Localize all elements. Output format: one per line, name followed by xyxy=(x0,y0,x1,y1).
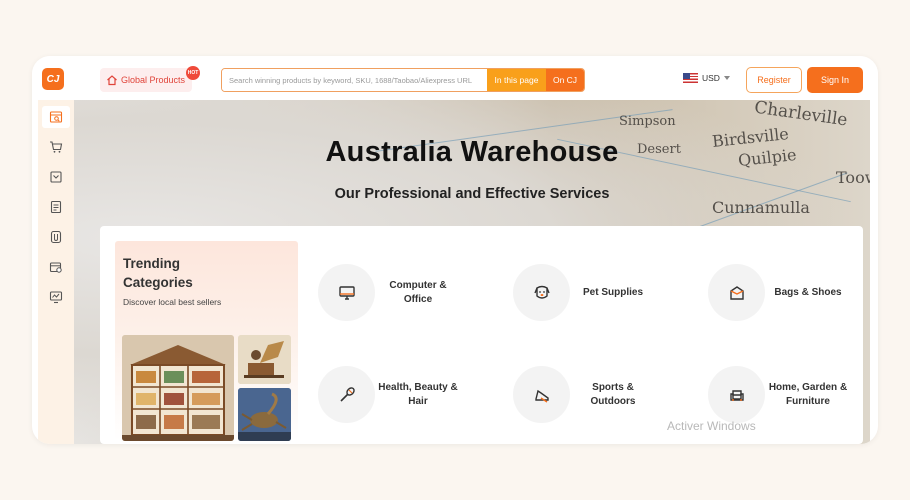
category-computer-office[interactable]: Computer & Office xyxy=(318,264,498,322)
category-label: Sports & Outdoors xyxy=(590,381,636,407)
settings-store-icon xyxy=(49,262,62,273)
store-search-icon xyxy=(49,111,63,123)
chevron-down-icon xyxy=(723,76,730,80)
search-in-page-button[interactable]: In this page xyxy=(487,69,546,91)
category-label: Health, Beauty & Hair xyxy=(378,381,458,407)
category-label: Home, Garden & Furniture xyxy=(768,381,848,407)
categories-panel: Trending Categories Discover local best … xyxy=(100,226,863,444)
sidebar-item-store-search[interactable] xyxy=(42,106,70,128)
house-icon xyxy=(107,75,117,86)
category-label: Computer & Office xyxy=(389,279,447,305)
search-on-cj-button[interactable]: On CJ xyxy=(546,69,584,91)
sidebar-item-cart[interactable] xyxy=(42,136,70,158)
cart-icon xyxy=(50,141,63,153)
armchair-icon xyxy=(729,389,744,401)
trending-title: Trending Categories xyxy=(123,256,193,290)
gramophone-image[interactable] xyxy=(238,335,291,384)
currency-label: USD xyxy=(702,73,720,83)
search-bar: In this page On CJ xyxy=(221,68,585,92)
category-icon-circle xyxy=(318,366,375,423)
dollhouse-image[interactable] xyxy=(122,335,234,441)
currency-selector[interactable]: USD xyxy=(683,73,730,83)
sidebar-item-analytics[interactable] xyxy=(42,286,70,308)
category-sports-outdoors[interactable]: Sports & Outdoors xyxy=(513,366,693,424)
hero-banner: Charleville Simpson Birdsville Quilpie D… xyxy=(74,100,870,444)
mechanical-scorpion-image[interactable] xyxy=(238,388,291,441)
sidebar xyxy=(38,100,74,444)
category-icon-circle xyxy=(708,264,765,321)
browser-frame: CJ Global Products HOT In this page On C… xyxy=(32,56,878,444)
category-pet-supplies[interactable]: Pet Supplies xyxy=(513,264,693,322)
logo-text: CJ xyxy=(46,73,60,85)
trending-description: Discover local best sellers xyxy=(123,297,222,307)
bag-icon xyxy=(729,285,744,300)
sneaker-icon xyxy=(534,389,549,403)
paperclip-icon xyxy=(50,230,62,244)
top-nav-bar: CJ Global Products HOT In this page On C… xyxy=(32,56,878,100)
category-icon-circle xyxy=(318,264,375,321)
sidebar-item-orders[interactable] xyxy=(42,196,70,218)
category-label: Pet Supplies xyxy=(582,286,643,298)
inbox-icon xyxy=(50,171,62,183)
dog-icon xyxy=(533,285,550,299)
hot-badge: HOT xyxy=(186,66,200,80)
sidebar-item-attachments[interactable] xyxy=(42,226,70,248)
hero-subtitle: Our Professional and Effective Services xyxy=(334,186,610,202)
brush-icon xyxy=(339,386,355,402)
sidebar-item-inbox[interactable] xyxy=(42,166,70,188)
sidebar-item-store-settings[interactable] xyxy=(42,256,70,278)
category-icon-circle xyxy=(708,366,765,423)
category-label: Bags & Shoes xyxy=(774,286,842,298)
category-icon-circle xyxy=(513,264,570,321)
sign-in-button[interactable]: Sign In xyxy=(807,67,863,93)
global-products-button[interactable]: Global Products xyxy=(100,68,192,92)
category-health-beauty-hair[interactable]: Health, Beauty & Hair xyxy=(318,366,498,424)
category-icon-circle xyxy=(513,366,570,423)
global-products-label: Global Products xyxy=(121,75,186,85)
trending-card[interactable]: Trending Categories Discover local best … xyxy=(115,241,298,441)
register-button[interactable]: Register xyxy=(746,67,802,93)
monitor-chart-icon xyxy=(49,291,63,304)
windows-activation-watermark: Activer Windows xyxy=(667,419,756,433)
orders-list-icon xyxy=(50,200,62,214)
search-input[interactable] xyxy=(222,69,487,91)
category-home-garden-furniture[interactable]: Home, Garden & Furniture xyxy=(708,366,870,424)
map-label: Toow xyxy=(836,168,870,187)
category-bags-shoes[interactable]: Bags & Shoes xyxy=(708,264,870,322)
hero-title: Australia Warehouse xyxy=(325,136,619,168)
monitor-icon xyxy=(338,285,355,300)
cj-logo[interactable]: CJ xyxy=(42,68,64,90)
us-flag-icon xyxy=(683,73,698,83)
map-label: Simpson xyxy=(619,114,676,129)
